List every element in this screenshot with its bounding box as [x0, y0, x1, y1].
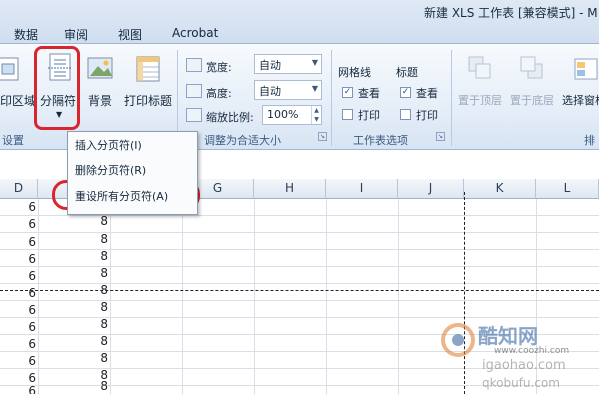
headings-view-checkbox[interactable]: ✓	[400, 87, 411, 98]
cell-d[interactable]: 6	[0, 354, 36, 368]
cell-d[interactable]: 6	[0, 303, 36, 317]
cell-e[interactable]: 8	[38, 334, 108, 348]
ribbon-tab-bar: 数据 审阅 视图 Acrobat 新建 XLS 工作表 [兼容模式] - M	[0, 0, 599, 44]
spin-up-icon[interactable]: ▲	[311, 106, 321, 115]
column-header-i[interactable]: I	[326, 179, 398, 199]
watermark: 酷知网 www.coozhi.com igaohao.com qkobufu.c…	[440, 318, 599, 394]
headings-print-checkbox[interactable]	[400, 109, 411, 120]
watermark-logo-icon	[441, 323, 475, 357]
background-icon	[86, 54, 114, 84]
gridlines-print-label: 打印	[358, 109, 380, 122]
window-title: 新建 XLS 工作表 [兼容模式] - M	[424, 6, 598, 20]
watermark-text: 酷知网	[478, 324, 538, 348]
gridline	[326, 199, 327, 394]
print-titles-button[interactable]: 打印标题	[124, 92, 172, 109]
menu-item-reset-all-page-breaks[interactable]: 重设所有分页符(A)	[75, 188, 168, 204]
print-area-button[interactable]: 印区域	[0, 92, 36, 109]
scale-spinner[interactable]: 100% ▲ ▼	[262, 105, 322, 125]
gridlines-print-checkbox[interactable]	[342, 109, 353, 120]
chevron-down-icon: ▼	[311, 58, 318, 67]
cell-d[interactable]: 6	[0, 217, 36, 231]
height-icon	[186, 84, 202, 98]
cell-e[interactable]: 8	[38, 214, 108, 228]
cell-e[interactable]: 8	[38, 379, 108, 393]
gridline	[254, 199, 255, 394]
selection-pane-icon	[572, 54, 599, 84]
tab-acrobat[interactable]: Acrobat	[172, 26, 218, 40]
breaks-dropdown-menu: 插入分页符(I) 删除分页符(R) 重设所有分页符(A)	[67, 131, 198, 215]
bring-to-front-button[interactable]: 置于顶层	[458, 92, 502, 108]
tab-view[interactable]: 视图	[118, 26, 142, 43]
cell-d[interactable]: 6	[0, 384, 36, 394]
print-area-icon	[0, 54, 22, 84]
tab-data[interactable]: 数据	[14, 26, 38, 43]
cell-e[interactable]: 8	[38, 249, 108, 263]
cell-e[interactable]: 8	[38, 351, 108, 365]
dialog-launcher-icon[interactable]: ↘	[436, 132, 445, 141]
cell-e[interactable]: 8	[38, 283, 108, 297]
scale-value: 100%	[267, 108, 299, 121]
annotation-highlight-breaks-button	[34, 46, 80, 130]
menu-item-insert-page-break[interactable]: 插入分页符(I)	[75, 137, 142, 153]
height-value: 自动	[259, 85, 281, 98]
scale-label: 缩放比例:	[206, 111, 254, 124]
sheet-options-group-label: 工作表选项	[353, 134, 408, 147]
column-header-k[interactable]: K	[464, 179, 536, 199]
scale-to-fit-group-label: 调整为合适大小	[204, 134, 281, 147]
send-to-back-button[interactable]: 置于底层	[510, 92, 554, 108]
spin-down-icon[interactable]: ▼	[311, 115, 321, 124]
cell-d[interactable]: 6	[0, 320, 36, 334]
headings-title: 标题	[396, 66, 418, 79]
background-button[interactable]: 背景	[88, 92, 112, 109]
dialog-launcher-icon[interactable]: ↘	[318, 132, 327, 141]
tab-review[interactable]: 审阅	[64, 26, 88, 43]
height-label: 高度:	[206, 87, 232, 100]
cell-e[interactable]: 8	[38, 232, 108, 246]
headings-print-label: 打印	[416, 109, 438, 122]
width-label: 宽度:	[206, 61, 232, 74]
send-to-back-icon	[518, 54, 546, 84]
scale-icon	[186, 108, 202, 122]
group-separator	[451, 50, 452, 146]
watermark-url-3: qkobufu.com	[482, 376, 560, 390]
cell-d[interactable]: 6	[0, 337, 36, 351]
gridlines-title: 网格线	[338, 66, 371, 79]
width-icon	[186, 58, 202, 72]
width-value: 自动	[259, 59, 281, 72]
gridlines-view-label: 查看	[358, 87, 380, 100]
column-header-l[interactable]: L	[536, 179, 599, 199]
gridline	[110, 199, 111, 394]
gridline	[398, 199, 399, 394]
print-titles-icon	[134, 54, 162, 84]
watermark-url: www.coozhi.com	[494, 346, 570, 356]
cell-d[interactable]: 6	[0, 269, 36, 283]
selection-pane-button[interactable]: 选择窗格	[562, 92, 599, 108]
cell-d[interactable]: 6	[0, 252, 36, 266]
gridlines-view-checkbox[interactable]: ✓	[342, 87, 353, 98]
cell-d[interactable]: 6	[0, 371, 36, 385]
gridline	[182, 199, 183, 394]
width-select[interactable]: 自动 ▼	[254, 54, 322, 74]
arrange-group-label: 排	[584, 134, 595, 147]
bring-to-front-icon	[466, 54, 494, 84]
chevron-down-icon: ▼	[311, 84, 318, 93]
headings-view-label: 查看	[416, 87, 438, 100]
cell-d[interactable]: 6	[0, 200, 36, 214]
column-header-j[interactable]: J	[398, 179, 464, 199]
page-setup-group-label: 设置	[2, 134, 24, 147]
watermark-url-2: igaohao.com	[482, 358, 566, 373]
group-separator	[331, 50, 332, 146]
cell-e[interactable]: 8	[38, 300, 108, 314]
column-header-d[interactable]: D	[0, 179, 38, 199]
menu-item-remove-page-break[interactable]: 删除分页符(R)	[75, 162, 146, 178]
height-select[interactable]: 自动 ▼	[254, 80, 322, 100]
cell-e[interactable]: 8	[38, 266, 108, 280]
cell-e[interactable]: 8	[38, 317, 108, 331]
column-header-h[interactable]: H	[254, 179, 326, 199]
cell-d[interactable]: 6	[0, 286, 36, 300]
cell-d[interactable]: 6	[0, 235, 36, 249]
